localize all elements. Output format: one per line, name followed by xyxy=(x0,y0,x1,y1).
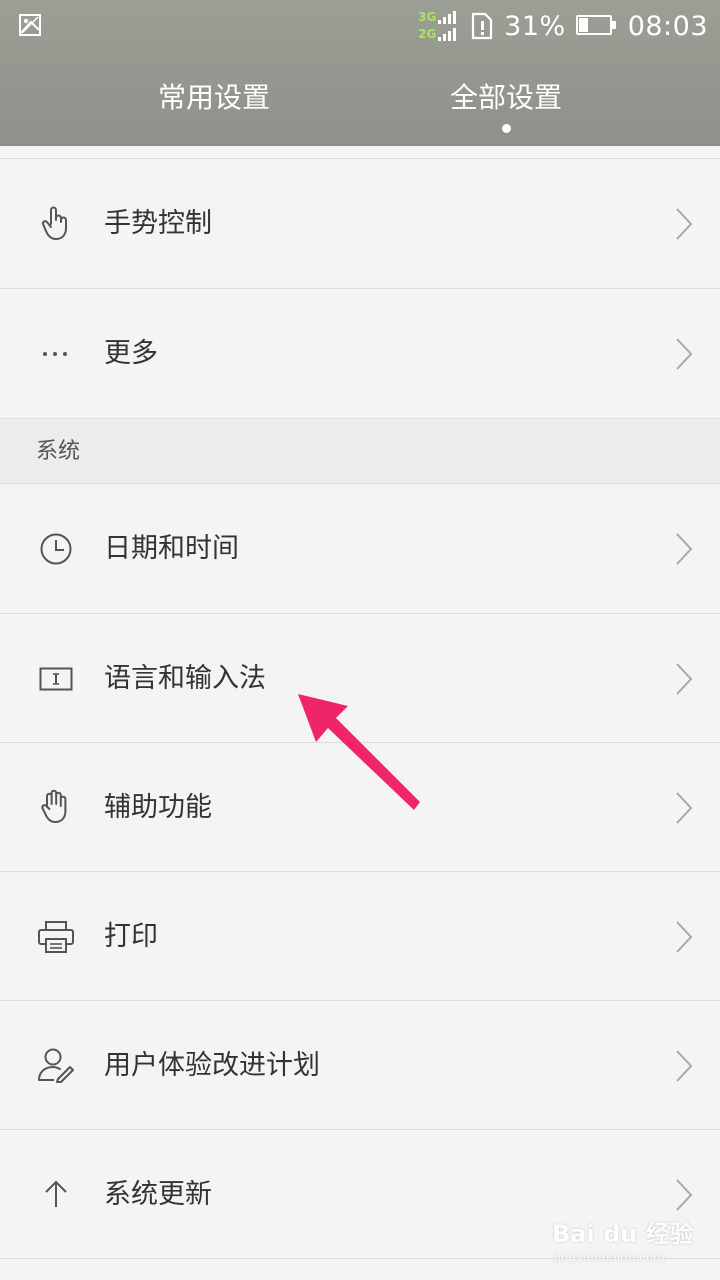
keyboard-input-icon xyxy=(36,659,76,699)
clock-icon xyxy=(36,529,76,569)
settings-item-print[interactable]: 打印 xyxy=(0,872,720,1001)
accessibility-hand-icon xyxy=(36,787,76,827)
settings-item-gesture-control[interactable]: 手势控制 xyxy=(0,159,720,289)
arrow-up-icon xyxy=(36,1174,76,1214)
settings-item-label: 用户体验改进计划 xyxy=(104,1050,320,1081)
settings-item-label: 日期和时间 xyxy=(104,533,239,564)
watermark-sub: jingyan.baidu.com xyxy=(554,1250,665,1264)
chevron-right-icon xyxy=(676,792,693,824)
chevron-right-icon xyxy=(676,1179,693,1211)
header: 3G 2G 31% 08:03 常用设置 全部设置 xyxy=(0,0,720,146)
annotation-arrow-icon xyxy=(298,694,420,810)
chevron-right-icon xyxy=(676,663,693,695)
user-feedback-icon xyxy=(36,1045,76,1085)
chevron-right-icon xyxy=(676,1050,693,1082)
printer-icon xyxy=(36,917,76,957)
gesture-hand-icon xyxy=(36,204,76,244)
status-clock: 08:03 xyxy=(627,10,708,42)
tab-all-settings[interactable]: 全部设置 xyxy=(406,78,606,118)
chevron-right-icon xyxy=(676,533,693,565)
settings-item-label: 打印 xyxy=(104,921,158,952)
settings-item-label: 更多 xyxy=(104,338,158,369)
sim-alert-icon xyxy=(472,12,493,40)
settings-item-label: 语言和输入法 xyxy=(104,663,266,694)
settings-screen: 3G 2G 31% 08:03 常用设置 全部设置 手势控制 更多 系统 日期和… xyxy=(0,0,720,1280)
section-header-system: 系统 xyxy=(0,419,720,484)
network-2g-label: 2G xyxy=(418,27,437,41)
settings-item-user-experience[interactable]: 用户体验改进计划 xyxy=(0,1001,720,1130)
watermark-main: Bai du 经验 xyxy=(552,1220,694,1248)
settings-item-more[interactable]: 更多 xyxy=(0,289,720,419)
settings-item-label: 系统更新 xyxy=(104,1179,212,1210)
chevron-right-icon xyxy=(676,921,693,953)
settings-item-date-time[interactable]: 日期和时间 xyxy=(0,484,720,614)
battery-icon xyxy=(575,15,618,37)
status-bar: 3G 2G 31% 08:03 xyxy=(0,0,720,52)
picture-notification-icon xyxy=(19,14,41,36)
chevron-right-icon xyxy=(676,208,693,240)
status-right-group: 3G 2G 31% 08:03 xyxy=(418,0,708,52)
network-3g-label: 3G xyxy=(418,10,437,24)
settings-tabs: 常用设置 全部设置 xyxy=(0,52,720,146)
more-dots-icon xyxy=(36,334,76,374)
chevron-right-icon xyxy=(676,338,693,370)
signal-icon: 3G 2G xyxy=(418,6,460,46)
settings-item-label: 辅助功能 xyxy=(104,792,212,823)
section-title: 系统 xyxy=(36,439,81,464)
tab-common-settings[interactable]: 常用设置 xyxy=(114,78,314,118)
battery-percent: 31% xyxy=(504,10,566,42)
settings-item-label: 手势控制 xyxy=(104,208,212,239)
active-tab-indicator xyxy=(502,124,511,133)
baidu-watermark: Bai du 经验 jingyan.baidu.com xyxy=(548,1210,708,1270)
